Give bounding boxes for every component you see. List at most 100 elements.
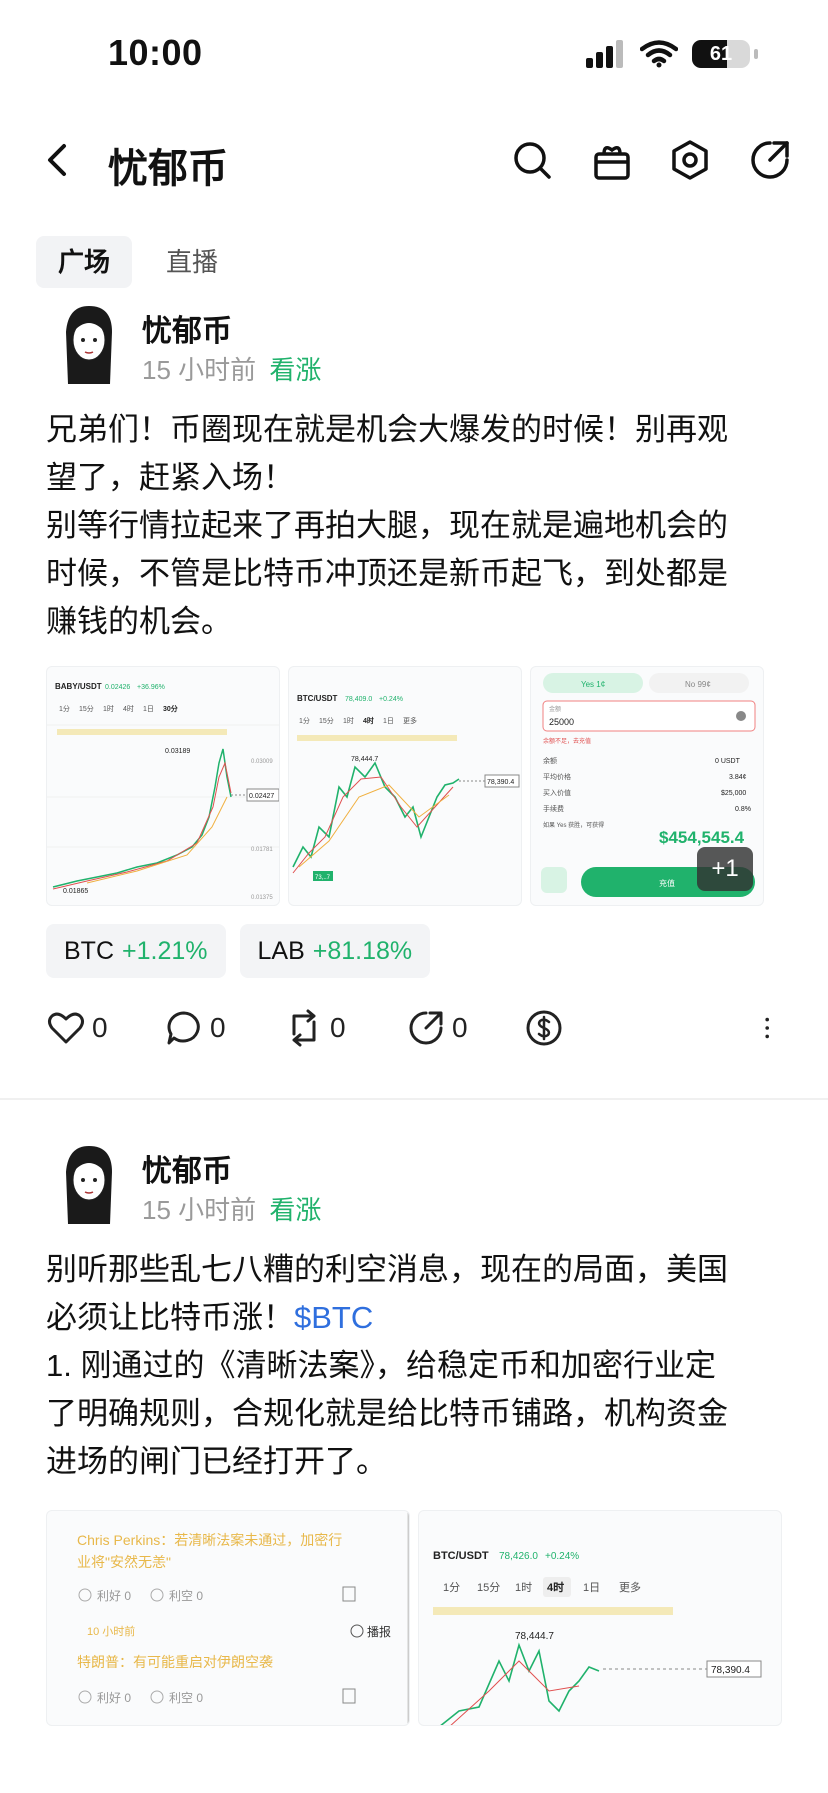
share-icon[interactable] [748,138,792,182]
coin-symbol: LAB [257,937,305,965]
settings-icon[interactable] [668,138,712,182]
post-image-chart-1[interactable]: BABY/USDT 0.02426 +36.96% 1分 15分 1时 4时 1… [46,666,280,906]
order-row-value: 0 USDT [715,758,741,765]
coin-tags: BTC +1.21% LAB +81.18% [46,924,431,978]
post-text-line: 兄弟们！币圈现在就是机会大爆发的时候！别再观 [46,412,728,447]
wifi-icon [640,40,678,68]
news-bear: 利空 0 [169,1691,203,1705]
tab-square[interactable]: 广场 [36,236,133,288]
post-text-line: 赚钱的机会。 [46,604,232,639]
news-bull: 利好 0 [97,1691,131,1705]
thumb-pct: +0.24% [545,1551,579,1562]
thumb-last: 78,390.4 [487,779,514,786]
order-payout-label: 如果 Yes 获胜，可获得 [543,821,604,829]
thumb-pair: BTC/USDT [433,1550,489,1562]
comment-icon [167,1011,200,1045]
thumb-tab: 1日 [383,717,394,725]
post-text-line: 进场的闸门已经打开了。 [46,1444,387,1479]
thumb-tab: 4时 [123,704,134,713]
share-button[interactable]: 0 [406,1008,468,1048]
post-text: 必须让比特币涨！ [46,1300,294,1335]
cashtag-link[interactable]: $BTC [294,1300,373,1335]
thumb-tab: 更多 [403,716,417,725]
thumb-tab: 1时 [103,704,114,713]
repost-button[interactable]: 0 [284,1008,346,1048]
order-row-value: $25,000 [721,790,746,797]
more-images-badge[interactable]: +1 [697,847,753,891]
thumb-last: 0.02427 [249,793,274,800]
news-line: 业将"安然无恙" [77,1554,171,1570]
thumb-tab: 1日 [583,1582,600,1594]
battery-level: 61 [709,42,733,65]
thumb-price: 0.02426 [105,684,130,691]
order-row-label: 买入价值 [543,788,571,797]
repost-icon [292,1009,316,1047]
thumb-tab: 1分 [299,716,310,725]
post-text-line: 别听那些乱七八糟的利空消息，现在的局面，美国 [46,1252,728,1287]
order-yes: Yes 1¢ [581,680,605,689]
action-bar: 0 0 0 0 [46,1008,786,1058]
news-bull: 利好 0 [97,1589,131,1603]
post-text-line: 1. 刚通过的《清晰法案》，给稳定币和加密行业定 [46,1348,716,1383]
post-body[interactable]: 别听那些乱七八糟的利空消息，现在的局面，美国 必须让比特币涨！$BTC 1. 刚… [46,1246,786,1486]
gift-icon[interactable] [590,138,634,182]
thumb-tab: 1时 [515,1581,532,1594]
thumb-tab: 更多 [619,1580,641,1594]
order-warning: 余额不足，去充值 [543,737,591,745]
author-name[interactable]: 忧郁币 [142,1146,232,1190]
thumb-axis: 0.01781 [251,847,273,853]
thumb-pct: +36.96% [137,684,165,691]
thumb-high: 0.03189 [165,748,190,755]
share-icon [409,1011,443,1045]
author-name[interactable]: 忧郁币 [142,306,232,350]
status-bar: 10:00 61 [0,0,828,110]
thumb-low: 73,..7 [315,875,331,881]
news-line: 特朗普：有可能重启对伊朗空袭 [77,1654,273,1670]
coin-tag-btc[interactable]: BTC +1.21% [46,924,226,978]
page-title: 忧郁币 [108,147,228,191]
order-row-value: 0.8% [735,806,751,813]
order-row-value: 3.84¢ [729,774,747,781]
dollar-icon [526,1010,562,1046]
coin-tag-lab[interactable]: LAB +81.18% [239,924,431,978]
status-icons: 61 [586,40,758,68]
like-button[interactable]: 0 [46,1008,108,1048]
search-icon[interactable] [510,138,554,182]
post-text-line: 必须让比特币涨！$BTC [46,1294,786,1342]
thumb-pair: BABY/USDT [55,682,102,691]
tab-live[interactable]: 直播 [144,236,240,288]
avatar[interactable] [56,1142,122,1224]
post-text-line: 望了，赶紧入场！ [46,460,294,495]
comment-button[interactable]: 0 [164,1008,226,1048]
heart-icon [48,1012,84,1044]
order-field-label: 金额 [549,705,561,713]
post-image-order[interactable]: Yes 1¢ No 99¢ 金额 25000 余额不足，去充值 余额 0 USD… [530,666,764,906]
tab-bar: 广场 直播 [36,236,240,288]
avatar[interactable] [56,302,122,384]
news-time: 10 小时前 [87,1624,135,1638]
post-image-chart[interactable]: BTC/USDT 78,426.0 +0.24% 1分 15分 1时 4时 1日… [418,1510,782,1726]
order-row-label: 手续费 [543,804,564,813]
thumb-tab: 15分 [477,1581,500,1594]
coin-change: +81.18% [312,937,413,965]
more-button[interactable] [760,1008,784,1048]
more-vertical-icon [765,1017,769,1039]
repost-count: 0 [330,1012,346,1043]
tip-button[interactable] [524,1008,564,1048]
status-time: 10:00 [108,32,203,73]
battery-icon: 61 [692,40,750,68]
post-text-line: 时候，不管是比特币冲顶还是新币起飞，到处都是 [46,556,728,591]
thumb-high: 78,444.7 [515,1631,554,1642]
sentiment-badge: 看涨 [269,355,322,385]
thumb-last: 78,390.4 [711,1665,750,1676]
post-image-chart-2[interactable]: BTC/USDT 78,409.0 +0.24% 1分 15分 1时 4时 1日… [288,666,522,906]
back-icon[interactable] [38,138,78,182]
post-image-news[interactable]: Chris Perkins：若清晰法案未通过，加密行 业将"安然无恙" 利好 0… [46,1510,410,1726]
sentiment-badge: 看涨 [269,1195,322,1225]
thumb-tab: 30分 [163,704,178,713]
post-divider [0,1098,828,1100]
thumb-price: 78,426.0 [499,1551,538,1562]
thumb-pct: +0.24% [379,696,403,703]
news-bear: 利空 0 [169,1589,203,1603]
post-body[interactable]: 兄弟们！币圈现在就是机会大爆发的时候！别再观 望了，赶紧入场！ 别等行情拉起来了… [46,406,786,646]
